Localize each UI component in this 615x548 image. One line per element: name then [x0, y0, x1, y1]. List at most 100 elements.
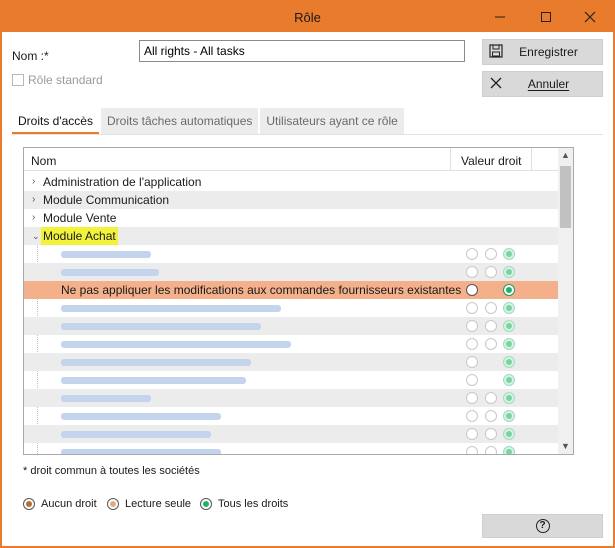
rights-grid: Nom Valeur droit › Administration de l'a…: [23, 147, 574, 455]
legend-item: Lecture seule: [107, 496, 191, 512]
chevron-right-icon[interactable]: ›: [32, 173, 35, 191]
tab-users-with-role[interactable]: Utilisateurs ayant ce rôle: [260, 108, 404, 134]
cancel-button[interactable]: Annuler: [482, 71, 603, 97]
radio-none[interactable]: [466, 374, 478, 386]
maximize-icon: [541, 12, 551, 22]
legend-label: Tous les droits: [218, 498, 289, 510]
standard-role-checkbox[interactable]: [12, 74, 24, 86]
radio-all[interactable]: [503, 248, 515, 260]
radio-all[interactable]: [503, 428, 515, 440]
grid-header: Nom Valeur droit: [24, 148, 558, 171]
radio-all[interactable]: [503, 392, 515, 404]
save-button[interactable]: Enregistrer: [482, 39, 603, 65]
table-row[interactable]: [24, 407, 558, 425]
help-button[interactable]: ?: [482, 514, 603, 538]
col-name-header[interactable]: Nom: [31, 154, 56, 168]
close-icon: [584, 11, 596, 23]
name-label: Nom :*: [12, 49, 49, 63]
radio-read[interactable]: [485, 266, 497, 278]
radio-none[interactable]: [466, 356, 478, 368]
name-input[interactable]: [139, 40, 465, 62]
tab-access-rights[interactable]: Droits d'accès: [12, 108, 99, 134]
cancel-label: Annuler: [527, 77, 570, 91]
legend-label: Aucun droit: [41, 498, 97, 510]
vertical-scrollbar[interactable]: ▲ ▼: [558, 148, 573, 454]
cancel-x-icon: [483, 76, 509, 92]
legend-item: Tous les droits: [200, 496, 288, 512]
blurred-label: [61, 305, 281, 312]
close-button[interactable]: [567, 2, 613, 32]
chevron-down-icon[interactable]: ⌄: [32, 227, 40, 245]
tree-row-admin[interactable]: › Administration de l'application: [24, 173, 558, 191]
radio-read[interactable]: [485, 392, 497, 404]
col-value-header[interactable]: Valeur droit: [461, 154, 521, 168]
legend-label: Lecture seule: [125, 498, 192, 510]
radio-all[interactable]: [503, 266, 515, 278]
radio-read[interactable]: [485, 302, 497, 314]
tree-row-vente[interactable]: › Module Vente: [24, 209, 558, 227]
radio-all[interactable]: [503, 320, 515, 332]
table-row[interactable]: [24, 299, 558, 317]
table-row[interactable]: [24, 317, 558, 335]
tab-automatic-tasks[interactable]: Droits tâches automatiques: [100, 108, 259, 134]
radio-none[interactable]: [466, 338, 478, 350]
radio-all[interactable]: [503, 338, 515, 350]
table-row[interactable]: [24, 371, 558, 389]
radio-all[interactable]: [503, 356, 515, 368]
radio-read[interactable]: [485, 248, 497, 260]
table-row[interactable]: [24, 353, 558, 371]
radio-read[interactable]: [485, 338, 497, 350]
tab-divider: [12, 134, 603, 135]
blurred-label: [61, 377, 246, 384]
minimize-icon: [495, 16, 505, 18]
radio-all[interactable]: [503, 410, 515, 422]
read-only-icon: [107, 498, 119, 510]
blurred-label: [61, 323, 261, 330]
radio-none[interactable]: [466, 266, 478, 278]
radio-none[interactable]: [466, 410, 478, 422]
radio-all[interactable]: [503, 446, 515, 454]
tree-row-communication[interactable]: › Module Communication: [24, 191, 558, 209]
minimize-button[interactable]: [477, 2, 523, 32]
group-label: Administration de l'application: [43, 175, 202, 189]
radio-read[interactable]: [485, 410, 497, 422]
table-row[interactable]: [24, 443, 558, 454]
radio-read[interactable]: [485, 446, 497, 454]
blurred-label: [61, 251, 151, 258]
table-row[interactable]: [24, 245, 558, 263]
table-row[interactable]: [24, 263, 558, 281]
group-label: Module Communication: [43, 193, 170, 207]
radio-read[interactable]: [485, 320, 497, 332]
radio-none[interactable]: [466, 248, 478, 260]
title-bar: Rôle: [2, 2, 613, 32]
radio-all[interactable]: [503, 302, 515, 314]
radio-none[interactable]: [466, 284, 478, 296]
scroll-down-icon[interactable]: ▼: [558, 439, 573, 454]
blurred-label: [61, 359, 251, 366]
common-right-footnote: * droit commun à toutes les sociétés: [23, 465, 200, 477]
table-row[interactable]: [24, 425, 558, 443]
scroll-up-icon[interactable]: ▲: [558, 148, 573, 163]
maximize-button[interactable]: [523, 2, 569, 32]
radio-read[interactable]: [485, 428, 497, 440]
col-divider: [531, 148, 532, 171]
radio-none[interactable]: [466, 392, 478, 404]
radio-none[interactable]: [466, 302, 478, 314]
tree-row-achat[interactable]: ⌄ Module Achat: [24, 227, 558, 245]
blurred-label: [61, 413, 221, 420]
radio-all-selected[interactable]: [503, 284, 515, 296]
chevron-right-icon[interactable]: ›: [32, 191, 35, 209]
scroll-thumb[interactable]: [560, 166, 571, 228]
chevron-right-icon[interactable]: ›: [32, 209, 35, 227]
table-row[interactable]: [24, 335, 558, 353]
radio-all[interactable]: [503, 374, 515, 386]
tab-bar: Droits d'accès Droits tâches automatique…: [12, 108, 406, 134]
table-row[interactable]: [24, 389, 558, 407]
radio-none[interactable]: [466, 320, 478, 332]
standard-role-label: Rôle standard: [28, 73, 103, 87]
save-icon: [483, 43, 509, 61]
table-row-selected[interactable]: Ne pas appliquer les modifications aux c…: [24, 281, 558, 299]
radio-none[interactable]: [466, 446, 478, 454]
radio-none[interactable]: [466, 428, 478, 440]
question-icon: ?: [535, 519, 550, 533]
